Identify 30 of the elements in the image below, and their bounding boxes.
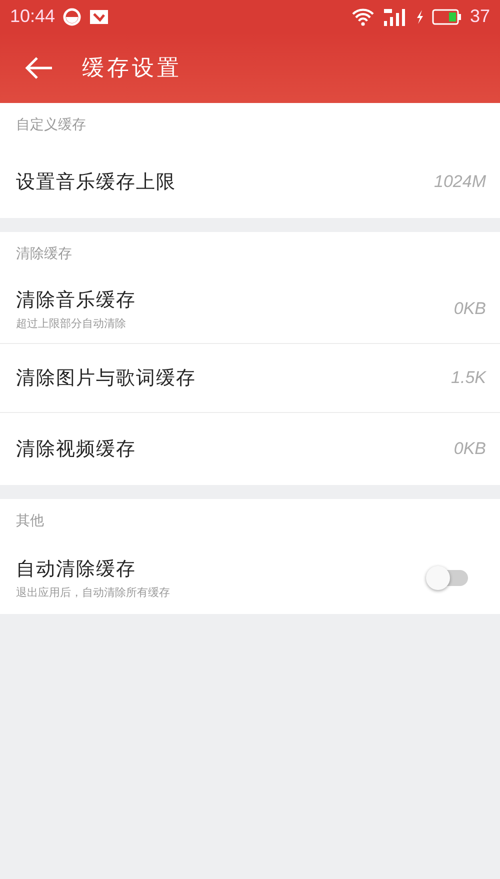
toggle-switch[interactable] — [426, 566, 470, 590]
row-label: 设置音乐缓存上限 — [16, 170, 177, 195]
row-subtitle: 超过上限部分自动清除 — [16, 316, 127, 331]
settings-row[interactable]: 清除视频缓存 0KB — [0, 413, 500, 485]
row-value: 1.5K — [451, 368, 486, 388]
image-notification-icon — [89, 8, 110, 24]
app-notification-icon — [63, 8, 82, 26]
row-value: 0KB — [454, 299, 486, 319]
charging-icon — [416, 10, 424, 24]
row-value: 1024M — [434, 172, 486, 192]
settings-row[interactable]: 自动清除缓存 退出应用后，自动清除所有缓存 — [0, 542, 500, 614]
signal-icon — [382, 6, 408, 26]
wifi-icon — [352, 8, 374, 26]
settings-row[interactable]: 清除图片与歌词缓存 1.5K — [0, 344, 500, 413]
settings-row[interactable]: 清除音乐缓存 超过上限部分自动清除 0KB — [0, 275, 500, 344]
row-label: 清除图片与歌词缓存 — [16, 366, 197, 391]
row-subtitle: 退出应用后，自动清除所有缓存 — [16, 585, 171, 600]
battery-level: 37 — [470, 6, 490, 27]
page-title: 缓存设置 — [82, 55, 182, 83]
section-header: 其他 — [15, 512, 45, 530]
row-label: 自动清除缓存 — [16, 557, 137, 582]
row-label: 清除视频缓存 — [16, 437, 137, 462]
battery-icon — [432, 8, 462, 24]
row-label: 清除音乐缓存 — [16, 288, 137, 313]
section-header: 自定义缓存 — [15, 116, 87, 134]
section-header: 清除缓存 — [15, 244, 73, 264]
status-time: 10:44 — [10, 6, 56, 27]
back-button[interactable] — [24, 56, 54, 80]
row-value: 0KB — [454, 439, 486, 459]
settings-row[interactable]: 设置音乐缓存上限 1024M — [0, 146, 500, 218]
